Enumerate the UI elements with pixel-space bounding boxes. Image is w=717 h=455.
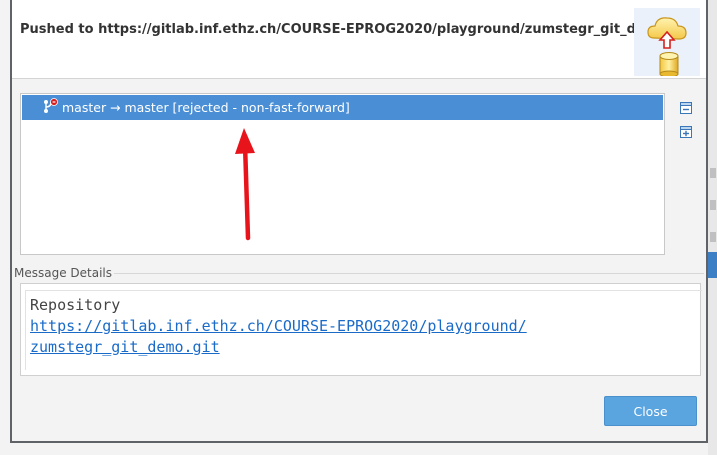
red-annotation-arrow [235, 128, 255, 241]
dialog-header: Pushed to https://gitlab.inf.ethz.ch/COU… [12, 0, 706, 79]
background-control [710, 168, 716, 178]
message-details-text: Repository https://gitlab.inf.ethz.ch/CO… [30, 295, 527, 358]
cloud-push-database-icon [634, 8, 700, 76]
background-control [710, 232, 716, 242]
close-button[interactable]: Close [604, 396, 697, 426]
message-details-label: Message Details [14, 266, 113, 280]
background-window-edge [708, 0, 717, 455]
message-details-box: Repository https://gitlab.inf.ethz.ch/CO… [20, 283, 702, 376]
repository-heading: Repository [30, 296, 121, 314]
expand-all-icon[interactable] [679, 125, 693, 139]
branch-rejected-icon [44, 98, 58, 113]
push-result-dialog: Pushed to https://gitlab.inf.ethz.ch/COU… [10, 0, 708, 443]
repository-link-line2[interactable]: zumstegr_git_demo.git [30, 337, 527, 358]
dialog-title: Pushed to https://gitlab.inf.ethz.ch/COU… [20, 22, 693, 37]
message-details-text-area[interactable]: Repository https://gitlab.inf.ethz.ch/CO… [25, 290, 702, 370]
section-divider [114, 273, 704, 274]
collapse-all-icon[interactable] [679, 101, 693, 115]
result-row-label: master → master [rejected - non-fast-for… [62, 100, 350, 115]
repository-link-line1[interactable]: https://gitlab.inf.ethz.ch/COURSE-EPROG2… [30, 316, 527, 337]
result-row-master[interactable]: master → master [rejected - non-fast-for… [22, 95, 663, 120]
background-control [710, 200, 716, 210]
background-selection [708, 252, 717, 278]
push-results-list[interactable]: master → master [rejected - non-fast-for… [20, 93, 665, 255]
